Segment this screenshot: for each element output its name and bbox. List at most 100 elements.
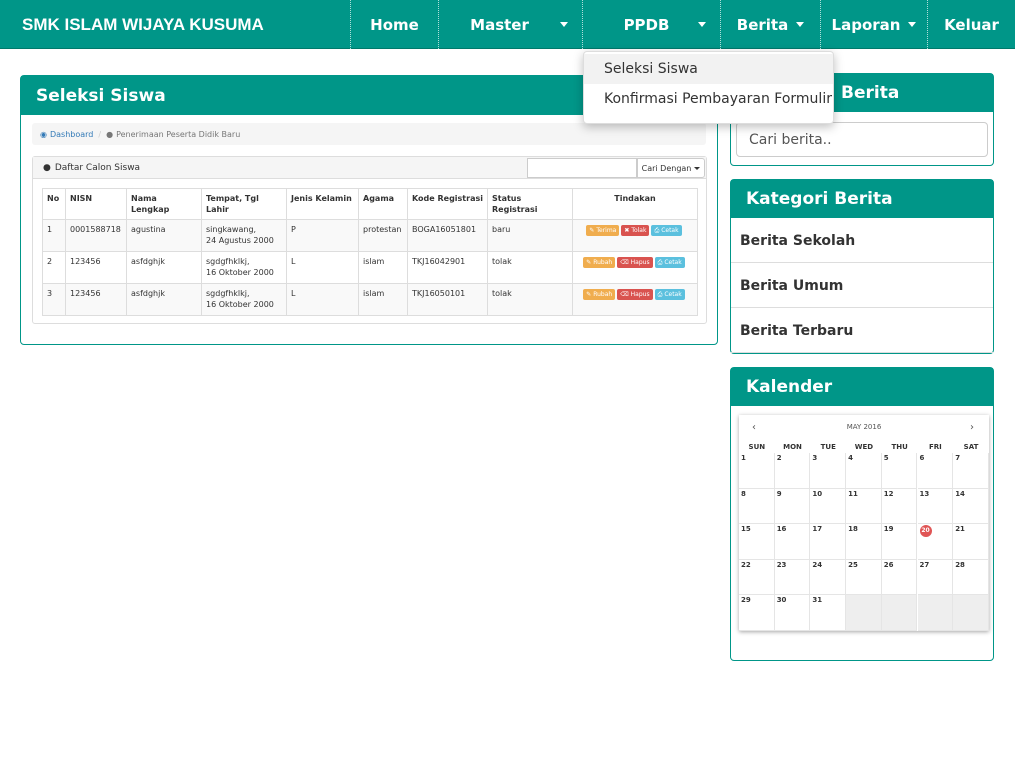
- calendar-day[interactable]: 21: [953, 524, 989, 560]
- calendar-day[interactable]: 13: [917, 488, 954, 525]
- cell-kode: BOGA16051801: [407, 219, 488, 252]
- calendar-day[interactable]: 30: [774, 595, 811, 631]
- calendar-day[interactable]: 11: [846, 488, 882, 525]
- calendar-weekday: SAT: [963, 443, 979, 451]
- cetak-label: Cetak: [661, 227, 679, 234]
- calendar-day-number: 4: [848, 454, 853, 462]
- hapus-button[interactable]: ⌫ Hapus: [617, 289, 653, 300]
- cetak-label: Cetak: [664, 259, 682, 266]
- tolak-button[interactable]: ✖ Tolak: [621, 225, 650, 236]
- calendar-day[interactable]: 12: [881, 488, 918, 525]
- cell-no: 3: [42, 283, 66, 316]
- cell-actions: ✎ Terima ✖ Tolak ⎙ Cetak: [572, 219, 698, 252]
- calendar-day[interactable]: 8: [739, 488, 775, 525]
- calendar-day[interactable]: 28: [953, 559, 989, 596]
- calendar-day[interactable]: 29: [739, 595, 775, 631]
- menu-item-seleksi-siswa[interactable]: Seleksi Siswa: [584, 54, 833, 84]
- calendar-day[interactable]: 24: [810, 559, 847, 596]
- hapus-label: Hapus: [630, 291, 650, 298]
- cetak-button[interactable]: ⎙ Cetak: [654, 257, 685, 268]
- calendar-day-number: 14: [955, 489, 965, 498]
- calendar-month-label: MAY 2016: [846, 423, 882, 431]
- search-by-dropdown-button[interactable]: Cari Dengan: [637, 158, 705, 178]
- cell-status: tolak: [487, 251, 573, 284]
- menu-item-konfirmasi-pembayaran[interactable]: Konfirmasi Pembayaran Formulir: [584, 84, 833, 114]
- calendar-day[interactable]: 18: [846, 524, 882, 560]
- hapus-button[interactable]: ⌫ Hapus: [617, 257, 653, 268]
- rubah-button[interactable]: ✎ Rubah: [583, 289, 616, 300]
- breadcrumb-dashboard-link[interactable]: Dashboard: [50, 130, 93, 139]
- table-row: 3 123456 asfdghjk sgdgfhklkj, 16 Oktober …: [42, 283, 698, 316]
- kategori-item-sekolah[interactable]: Berita Sekolah: [731, 219, 993, 263]
- cell-nama: asfdghjk: [126, 283, 202, 316]
- rubah-button[interactable]: ✎ Rubah: [583, 257, 616, 268]
- calendar-day[interactable]: 25: [846, 559, 882, 596]
- chevron-down-icon: [560, 22, 568, 27]
- calendar-day-number: 11: [848, 489, 858, 498]
- calendar-day-number: 23: [776, 560, 787, 569]
- calendar-day[interactable]: 17: [810, 524, 847, 560]
- calendar-day[interactable]: 15: [739, 524, 775, 560]
- brand-title[interactable]: SMK ISLAM WIJAYA KUSUMA: [22, 15, 264, 35]
- hapus-label: Hapus: [630, 259, 650, 266]
- calendar-day[interactable]: 10: [810, 488, 847, 525]
- chevron-down-icon: [796, 22, 805, 27]
- calendar-day[interactable]: 20: [917, 524, 954, 560]
- calendar-day[interactable]: 6: [917, 453, 954, 489]
- calendar-day[interactable]: 5: [881, 453, 918, 489]
- nav-keluar[interactable]: Keluar: [927, 0, 1015, 49]
- calendar-day[interactable]: 7: [953, 453, 989, 489]
- chevron-right-icon[interactable]: ›: [970, 422, 974, 433]
- cetak-button[interactable]: ⎙ Cetak: [654, 289, 685, 300]
- chevron-down-icon: [908, 22, 917, 27]
- nav-master[interactable]: Master: [438, 0, 582, 49]
- search-input[interactable]: [527, 158, 637, 178]
- table-row: 2 123456 asfdghjk sgdgfhklkj, 16 Oktober …: [42, 251, 698, 284]
- calendar-day[interactable]: 14: [953, 488, 989, 525]
- nav-berita[interactable]: Berita: [720, 0, 820, 49]
- rubah-label: Rubah: [593, 259, 613, 266]
- breadcrumb: ◉ Dashboard / ● Penerimaan Peserta Didik…: [32, 123, 706, 145]
- cell-no: 2: [42, 251, 66, 284]
- calendar-day-number: 2: [776, 454, 782, 462]
- tolak-label: Tolak: [631, 227, 647, 234]
- edit-icon: ✎: [586, 291, 592, 298]
- cell-nama: asfdghjk: [126, 251, 202, 284]
- breadcrumb-separator: /: [98, 129, 102, 139]
- edit-icon: ✎: [589, 227, 595, 234]
- calendar-day[interactable]: 9: [774, 488, 811, 525]
- cell-nisn: 0001588718: [65, 219, 127, 252]
- calendar-day-number: 26: [883, 560, 894, 569]
- col-header: No: [42, 188, 66, 220]
- terima-button[interactable]: ✎ Terima: [586, 225, 620, 236]
- calendar-day[interactable]: 16: [774, 524, 811, 560]
- calendar-day[interactable]: 4: [846, 453, 882, 489]
- calendar-day[interactable]: 26: [881, 559, 918, 596]
- chevron-down-icon: [694, 166, 701, 170]
- calendar-day-number: 1: [741, 454, 746, 462]
- calendar-day-number: 5: [883, 454, 889, 462]
- top-navbar: SMK ISLAM WIJAYA KUSUMA Home Master PPDB…: [0, 0, 1015, 49]
- calendar-day[interactable]: 19: [881, 524, 918, 560]
- calendar-day[interactable]: 3: [810, 453, 847, 489]
- nav-laporan[interactable]: Laporan: [820, 0, 927, 49]
- calendar-day[interactable]: 27: [917, 559, 954, 596]
- calendar-day[interactable]: 2: [774, 453, 811, 489]
- calendar-day[interactable]: 22: [739, 559, 775, 596]
- cell-no: 1: [42, 219, 66, 252]
- calendar-day-number: 20: [919, 525, 932, 538]
- kalender-panel: Kalender ‹ MAY 2016 › SUN MON TUE WED THU FRI…: [730, 367, 994, 661]
- cell-actions: ✎ Rubah ⌫ Hapus ⎙ Cetak: [572, 283, 698, 316]
- calendar-empty-cell: [846, 595, 882, 631]
- nav-ppdb[interactable]: PPDB: [582, 0, 720, 49]
- calendar-day[interactable]: 1: [739, 453, 775, 489]
- cetak-button[interactable]: ⎙ Cetak: [651, 225, 682, 236]
- calendar-day[interactable]: 23: [774, 559, 811, 596]
- trash-icon: ⌫: [620, 291, 629, 298]
- search-berita-input[interactable]: Cari berita..: [736, 122, 988, 157]
- kategori-item-terbaru[interactable]: Berita Terbaru: [731, 309, 993, 353]
- nav-home[interactable]: Home: [350, 0, 438, 49]
- kategori-berita-title: Kategori Berita: [731, 180, 993, 218]
- kategori-item-umum[interactable]: Berita Umum: [731, 264, 993, 308]
- calendar-day[interactable]: 31: [810, 595, 847, 631]
